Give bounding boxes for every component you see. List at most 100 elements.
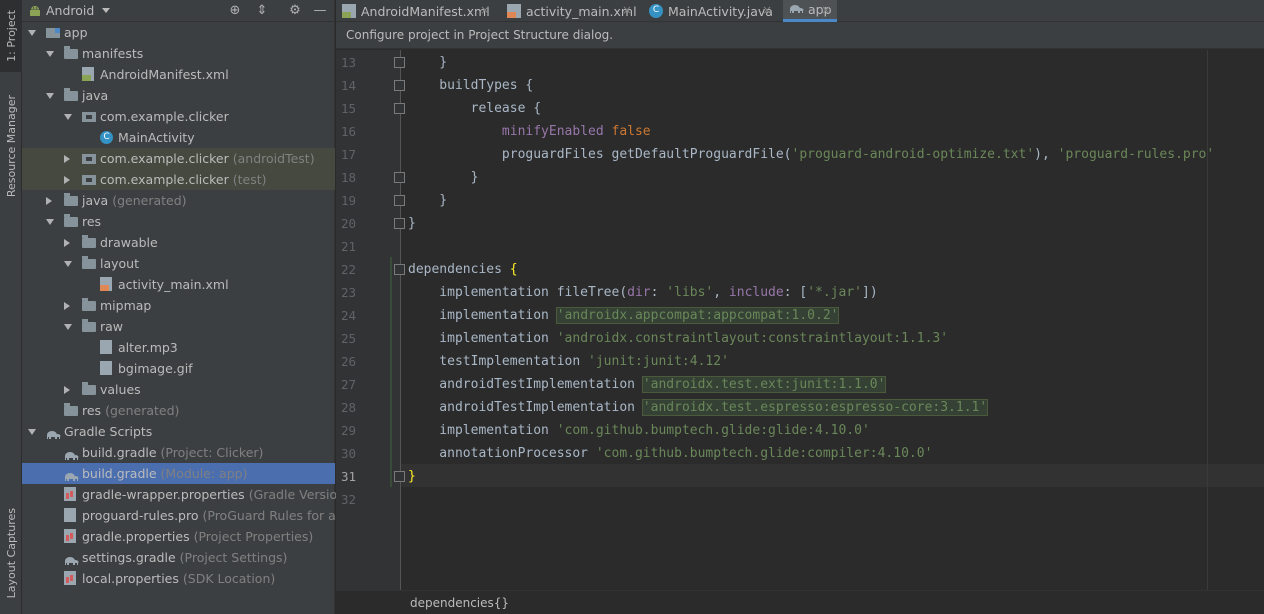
close-icon[interactable]: × [480, 3, 490, 17]
chevron-down-icon[interactable] [64, 114, 72, 120]
tree-item-name: drawable [100, 235, 158, 250]
editor-tab[interactable]: AndroidManifest.xml × [336, 0, 496, 22]
fold-marker-icon[interactable] [394, 80, 405, 91]
locate-target-icon[interactable]: ⊕ [227, 3, 243, 19]
chevron-down-icon[interactable] [28, 429, 36, 435]
code-token: } [408, 216, 416, 231]
chevron-right-icon[interactable] [64, 155, 70, 163]
fold-marker-icon[interactable] [394, 195, 405, 206]
fold-marker-icon[interactable] [394, 218, 405, 229]
file-icon [100, 340, 112, 354]
tree-item[interactable]: values [22, 379, 335, 400]
tree-item[interactable]: gradle.properties (Project Properties) [22, 526, 335, 547]
tree-item[interactable]: mipmap [22, 295, 335, 316]
close-icon[interactable]: × [762, 3, 772, 17]
tree-item[interactable]: drawable [22, 232, 335, 253]
tab-resource-manager[interactable]: Resource Manager [0, 86, 22, 206]
tree-item[interactable]: C MainActivity [22, 127, 335, 148]
tree-item[interactable]: com.example.clicker (test) [22, 169, 335, 190]
tree-item[interactable]: activity_main.xml [22, 274, 335, 295]
fold-marker-icon[interactable] [394, 57, 405, 68]
chevron-down-icon[interactable] [102, 8, 111, 13]
tree-item[interactable]: settings.gradle (Project Settings) [22, 547, 335, 568]
tree-item[interactable]: AndroidManifest.xml [22, 64, 335, 85]
chevron-down-icon[interactable] [64, 261, 72, 267]
tree-item[interactable]: res [22, 211, 335, 232]
editor-tab[interactable]: C MainActivity.java × [643, 0, 778, 22]
tree-item[interactable]: proguard-rules.pro (ProGuard Rules for ap… [22, 505, 357, 526]
tree-item[interactable]: bgimage.gif [22, 358, 335, 379]
code-token: , [713, 285, 729, 300]
tab-layout-captures[interactable]: Layout Captures [0, 494, 22, 612]
tree-item-name: Gradle Scripts [64, 424, 153, 439]
tree-item-name: mipmap [100, 298, 152, 313]
tree-item[interactable]: gradle-wrapper.properties (Gradle Version… [22, 484, 350, 505]
fold-marker-icon[interactable] [394, 103, 405, 114]
fold-marker-icon[interactable] [394, 172, 405, 183]
tree-item[interactable]: manifests [22, 43, 335, 64]
line-number: 28 [340, 400, 356, 415]
tree-item-name: java [82, 88, 109, 103]
fold-marker-icon[interactable] [394, 264, 405, 275]
chevron-right-icon[interactable] [64, 239, 70, 247]
code-line: buildTypes { [408, 74, 533, 97]
code-line: annotationProcessor 'com.github.bumptech… [408, 442, 932, 465]
chevron-down-icon[interactable] [46, 93, 54, 99]
project-view-selector[interactable]: Android [46, 3, 94, 18]
tree-item-name: activity_main.xml [118, 277, 229, 292]
chevron-down-icon[interactable] [46, 51, 54, 57]
chevron-right-icon[interactable] [64, 386, 70, 394]
close-icon[interactable]: × [622, 3, 632, 17]
hide-panel-icon[interactable]: — [312, 3, 328, 19]
tree-item-label: com.example.clicker [100, 106, 229, 127]
collapse-all-icon[interactable]: ⇕ [254, 3, 270, 19]
tree-item-name: java [82, 193, 109, 208]
tree-item[interactable]: local.properties (SDK Location) [22, 568, 335, 589]
gear-icon[interactable]: ⚙ [287, 3, 303, 19]
tree-item[interactable]: java [22, 85, 335, 106]
chevron-right-icon[interactable] [46, 197, 52, 205]
tree-item[interactable]: build.gradle (Module: app) [22, 463, 335, 484]
tree-item-label: res [82, 211, 101, 232]
tree-item-name: proguard-rules.pro [82, 508, 199, 523]
chevron-right-icon[interactable] [64, 302, 70, 310]
properties-file-icon [64, 571, 76, 585]
tree-item[interactable]: java (generated) [22, 190, 335, 211]
chevron-down-icon[interactable] [46, 219, 54, 225]
code-editor[interactable]: 13 14 15 16 17 18 19 20 21 22 23 24 25 26 27 28 29 30 31 32… [336, 50, 1264, 590]
code-token: implementation [408, 423, 557, 438]
code-token: : [ [783, 285, 808, 300]
code-token: 'proguard-rules.pro' [1057, 147, 1215, 162]
editor-tab-label: MainActivity.java [668, 3, 773, 19]
chevron-down-icon[interactable] [64, 324, 72, 330]
tree-item[interactable]: app [22, 22, 335, 43]
close-icon[interactable]: × [821, 3, 831, 17]
tree-item[interactable]: Gradle Scripts [22, 421, 335, 442]
notification-bar[interactable]: Configure project in Project Structure d… [336, 22, 1264, 49]
tree-item[interactable]: com.example.clicker (androidTest) [22, 148, 335, 169]
editor-tab[interactable]: activity_main.xml × [501, 0, 638, 22]
code-token: } [408, 469, 416, 484]
code-line: implementation 'androidx.appcompat:appco… [408, 304, 840, 327]
tree-item[interactable]: raw [22, 316, 335, 337]
breadcrumb[interactable]: dependencies{} [336, 590, 1264, 614]
line-number: 15 [340, 101, 356, 116]
chevron-down-icon[interactable] [28, 30, 36, 36]
tree-item-name: app [64, 25, 88, 40]
gradle-icon [64, 552, 79, 565]
tab-project-tool-window[interactable]: 1: Project [0, 0, 22, 72]
tree-item-label: build.gradle (Module: app) [82, 463, 247, 484]
tree-item[interactable]: res (generated) [22, 400, 335, 421]
tree-item[interactable]: alter.mp3 [22, 337, 335, 358]
folder-icon [64, 88, 78, 101]
fold-marker-icon[interactable] [394, 471, 405, 482]
editor-tab[interactable]: app × [783, 0, 837, 22]
line-number: 16 [340, 124, 356, 139]
chevron-right-icon[interactable] [64, 176, 70, 184]
vcs-change-marker[interactable] [390, 257, 392, 487]
class-icon: C [649, 4, 663, 18]
tree-item[interactable]: build.gradle (Project: Clicker) [22, 442, 335, 463]
line-number: 31 [340, 469, 356, 484]
tree-item[interactable]: com.example.clicker [22, 106, 335, 127]
tree-item[interactable]: layout [22, 253, 335, 274]
